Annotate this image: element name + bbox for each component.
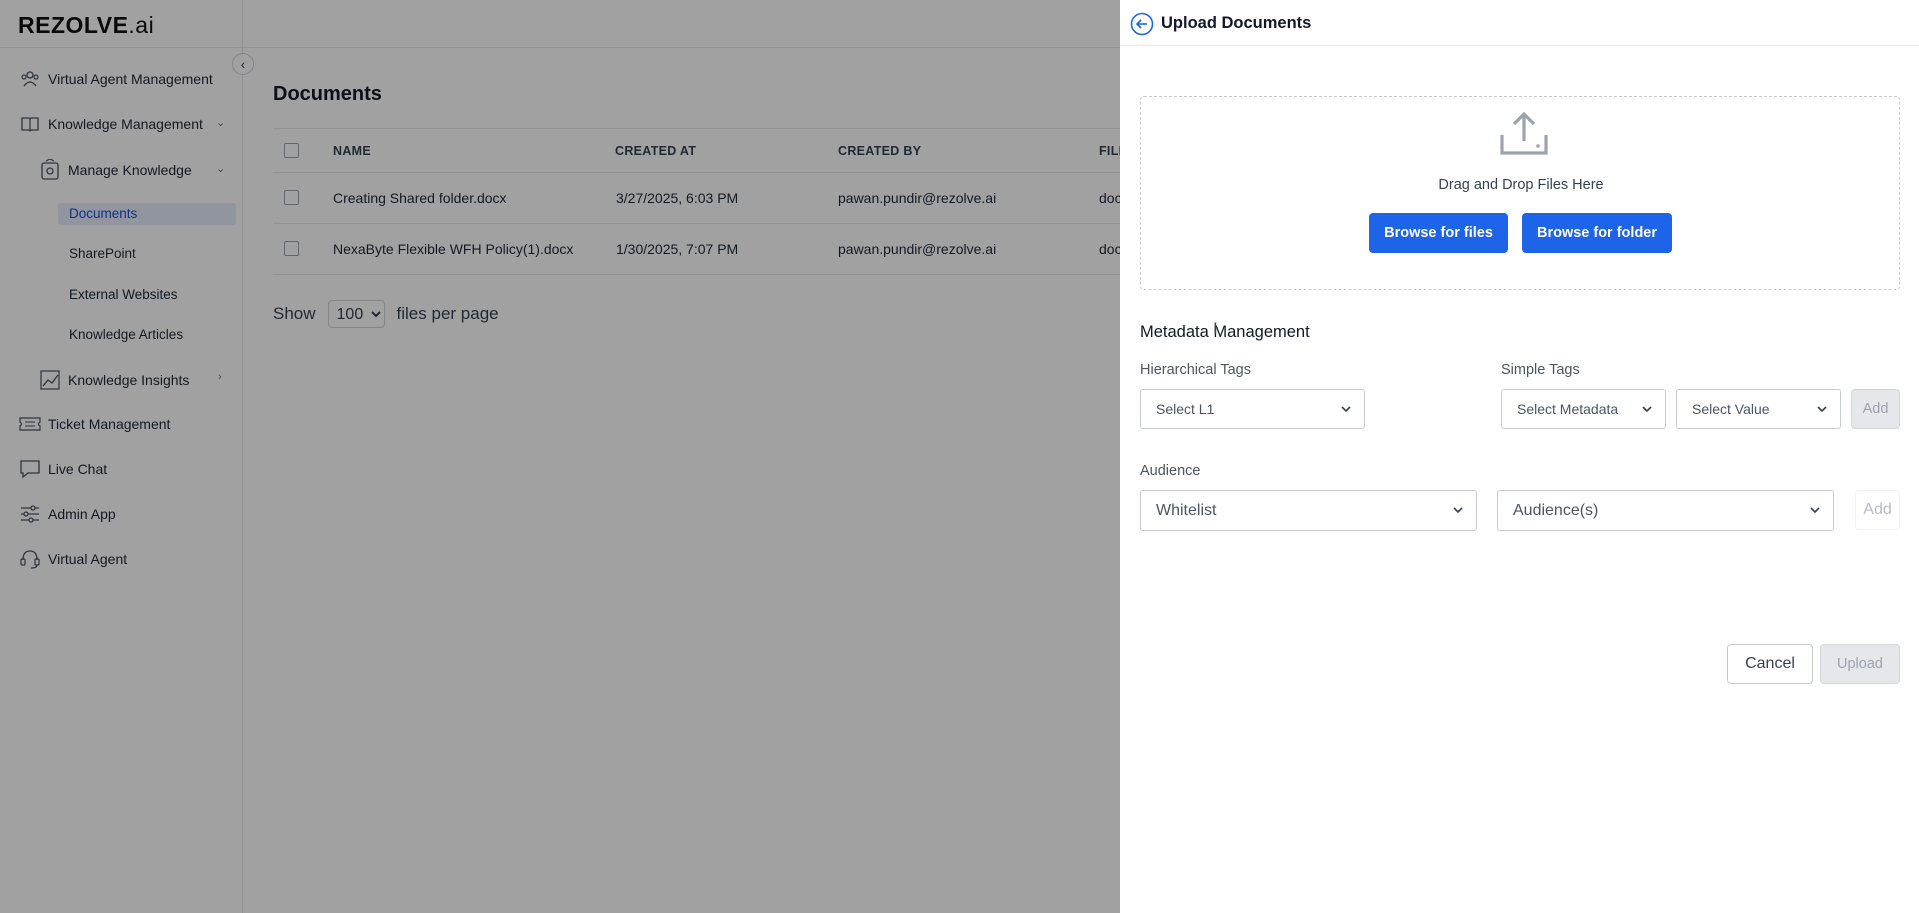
upload-documents-drawer: Upload Documents Drag and Drop Files Her… [1120,0,1919,913]
select-l1-value: Select L1 [1156,401,1215,417]
browse-folder-button[interactable]: Browse for folder [1522,213,1672,253]
select-metadata-value: Select Metadata [1517,401,1619,417]
text-cursor-icon: I [1213,319,1218,338]
select-metadata-dropdown[interactable]: Select Metadata [1501,389,1666,429]
chevron-down-icon [1341,406,1351,413]
upload-button[interactable]: Upload [1820,644,1900,684]
hierarchical-tags-label: Hierarchical Tags [1140,362,1251,378]
modal-backdrop[interactable] [0,0,1120,913]
select-value-value: Select Value [1692,401,1770,417]
drawer-header: Upload Documents [1120,0,1919,46]
metadata-section-title: Metadata Management [1140,323,1310,341]
upload-icon [1498,111,1550,157]
select-l1-dropdown[interactable]: Select L1 [1140,389,1365,429]
file-dropzone[interactable]: Drag and Drop Files Here Browse for file… [1140,96,1900,290]
audiences-placeholder: Audience(s) [1513,501,1599,519]
cancel-button[interactable]: Cancel [1727,644,1813,684]
select-value-dropdown[interactable]: Select Value [1676,389,1841,429]
add-audience-button[interactable]: Add [1855,490,1900,530]
browse-files-button[interactable]: Browse for files [1369,213,1508,253]
drawer-title: Upload Documents [1161,14,1312,32]
chevron-down-icon [1453,507,1463,514]
audience-type-value: Whitelist [1156,501,1217,519]
audience-type-dropdown[interactable]: Whitelist [1140,490,1477,531]
chevron-down-icon [1642,406,1652,413]
add-simple-tag-button[interactable]: Add [1851,389,1900,429]
chevron-down-icon [1817,406,1827,413]
simple-tags-label: Simple Tags [1501,362,1580,378]
drop-instructions: Drag and Drop Files Here [1438,177,1604,193]
audiences-dropdown[interactable]: Audience(s) [1497,490,1834,531]
back-arrow-icon[interactable] [1130,12,1154,36]
audience-label: Audience [1140,463,1201,479]
chevron-down-icon [1810,507,1820,514]
